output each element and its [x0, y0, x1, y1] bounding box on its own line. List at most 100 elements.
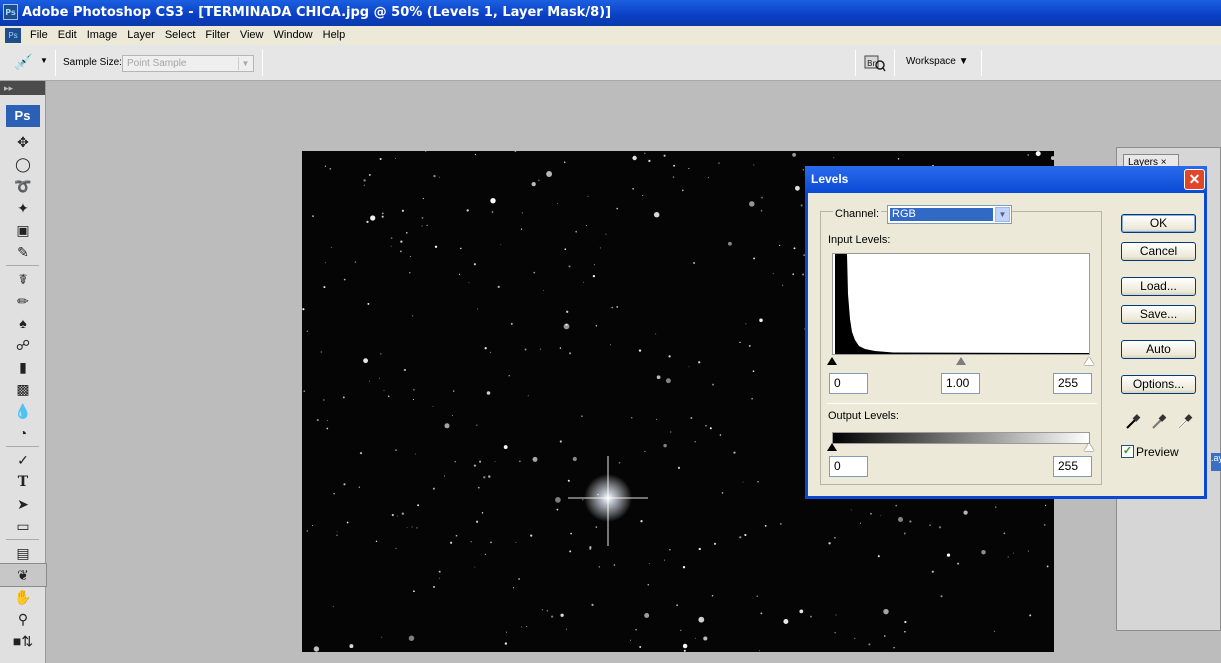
star	[589, 547, 592, 550]
photoshop-logo[interactable]: Ps	[5, 105, 40, 127]
star	[656, 375, 661, 380]
blur-tool-icon[interactable]: 💧	[0, 400, 46, 422]
black-eyedropper-icon[interactable]	[1124, 413, 1142, 431]
healing-brush-icon[interactable]: ☤	[0, 268, 46, 290]
star	[329, 167, 332, 170]
preview-checkbox[interactable]: ✓	[1121, 445, 1134, 458]
star	[665, 378, 671, 384]
gradient-tool-icon[interactable]: ▩	[0, 378, 46, 400]
star	[810, 615, 812, 618]
star	[306, 530, 309, 532]
path-selection-icon[interactable]: ➤	[0, 493, 46, 515]
bridge-icon[interactable]: Br	[864, 54, 886, 72]
star	[759, 318, 763, 323]
eyedropper-icon[interactable]: 💉	[14, 53, 34, 73]
input-gamma-handle[interactable]	[956, 357, 966, 365]
save-button[interactable]: Save...	[1121, 305, 1196, 324]
output-black-point-handle[interactable]	[827, 443, 837, 451]
star	[484, 347, 487, 350]
output-white-field[interactable]: 255	[1053, 456, 1092, 477]
workspace-menu[interactable]: Workspace ▼	[906, 56, 969, 67]
input-gamma-field[interactable]: 1.00	[941, 373, 980, 394]
marquee-tool-icon[interactable]: ◯	[0, 153, 46, 175]
star	[639, 646, 642, 648]
star	[698, 547, 701, 551]
ok-button[interactable]: OK	[1121, 214, 1196, 233]
menu-item-filter[interactable]: Filter	[200, 26, 234, 45]
menu-item-edit[interactable]: Edit	[53, 26, 82, 45]
menu-item-layer[interactable]: Layer	[122, 26, 160, 45]
hand-tool-icon[interactable]: ✋	[0, 586, 46, 608]
notes-tool-icon[interactable]: ▤	[0, 542, 46, 564]
star	[1027, 550, 1029, 552]
star	[663, 154, 666, 157]
gray-eyedropper-icon[interactable]	[1150, 413, 1168, 431]
star	[481, 512, 484, 514]
output-white-point-handle[interactable]	[1084, 443, 1094, 451]
window-title-bar[interactable]: Ps Adobe Photoshop CS3 - [TERMINADA CHIC…	[0, 0, 1221, 26]
document-icon[interactable]: Ps	[5, 28, 21, 43]
history-brush-icon[interactable]: ☍	[0, 334, 46, 356]
star	[779, 522, 782, 525]
levels-dialog-title-bar[interactable]: Levels ✕	[805, 166, 1207, 193]
star	[395, 449, 397, 451]
star	[1035, 151, 1041, 157]
brush-tool-icon[interactable]: ✏	[0, 290, 46, 312]
toolbox-divider	[6, 539, 39, 540]
star	[381, 215, 384, 218]
auto-button[interactable]: Auto	[1121, 340, 1196, 359]
selected-layer-strip[interactable]: .ay	[1211, 453, 1221, 471]
options-button[interactable]: Options...	[1121, 375, 1196, 394]
eraser-tool-icon[interactable]: ▮	[0, 356, 46, 378]
zoom-tool-icon[interactable]: ⚲	[0, 608, 46, 630]
menu-item-help[interactable]: Help	[318, 26, 351, 45]
shape-tool-icon[interactable]: ▭	[0, 515, 46, 537]
star	[994, 630, 996, 632]
dodge-tool-icon[interactable]: ◔	[0, 422, 46, 444]
input-black-field[interactable]: 0	[829, 373, 868, 394]
close-icon[interactable]: ✕	[1184, 169, 1205, 190]
input-white-field[interactable]: 255	[1053, 373, 1092, 394]
crop-tool-icon[interactable]: ▣	[0, 219, 46, 241]
star	[370, 215, 376, 221]
cancel-button[interactable]: Cancel	[1121, 242, 1196, 261]
star	[474, 566, 476, 568]
menu-item-image[interactable]: Image	[82, 26, 123, 45]
input-black-point-handle[interactable]	[827, 357, 837, 365]
star	[632, 155, 637, 161]
move-tool-icon[interactable]: ✥	[0, 131, 46, 153]
star	[591, 603, 594, 606]
menu-item-view[interactable]: View	[235, 26, 269, 45]
type-tool-icon[interactable]: T	[0, 471, 46, 493]
sample-size-select[interactable]: Point Sample ▼	[122, 55, 254, 72]
channel-select[interactable]: RGB ▼	[887, 205, 1012, 224]
slice-tool-icon[interactable]: ✎	[0, 241, 46, 263]
lasso-tool-icon[interactable]: ➰	[0, 175, 46, 197]
input-white-point-handle[interactable]	[1084, 357, 1094, 365]
tool-preset-dropdown-icon[interactable]: ▼	[40, 56, 48, 65]
toolbox-grip[interactable]: ▸▸	[0, 81, 45, 95]
pen-tool-icon[interactable]: ✓	[0, 449, 46, 471]
input-levels-slider[interactable]	[827, 357, 1094, 367]
star	[903, 532, 906, 535]
star	[453, 390, 455, 392]
color-swatches-icon[interactable]: ■⇅	[0, 630, 46, 652]
output-levels-slider[interactable]	[827, 443, 1094, 453]
star	[1029, 614, 1032, 617]
star	[454, 461, 456, 463]
preview-label: Preview	[1136, 445, 1179, 459]
star	[744, 533, 747, 537]
star	[931, 570, 934, 573]
eyedropper-tool-icon[interactable]: ❦	[0, 563, 47, 587]
white-eyedropper-icon[interactable]	[1176, 413, 1194, 431]
magic-wand-tool-icon[interactable]: ✦	[0, 197, 46, 219]
menu-item-window[interactable]: Window	[269, 26, 318, 45]
menu-item-select[interactable]: Select	[160, 26, 201, 45]
output-black-field[interactable]: 0	[829, 456, 868, 477]
menu-item-file[interactable]: File	[25, 26, 53, 45]
clone-stamp-icon[interactable]: ♠	[0, 312, 46, 334]
load-button[interactable]: Load...	[1121, 277, 1196, 296]
star	[703, 636, 708, 641]
star	[302, 308, 305, 311]
star	[401, 512, 404, 515]
